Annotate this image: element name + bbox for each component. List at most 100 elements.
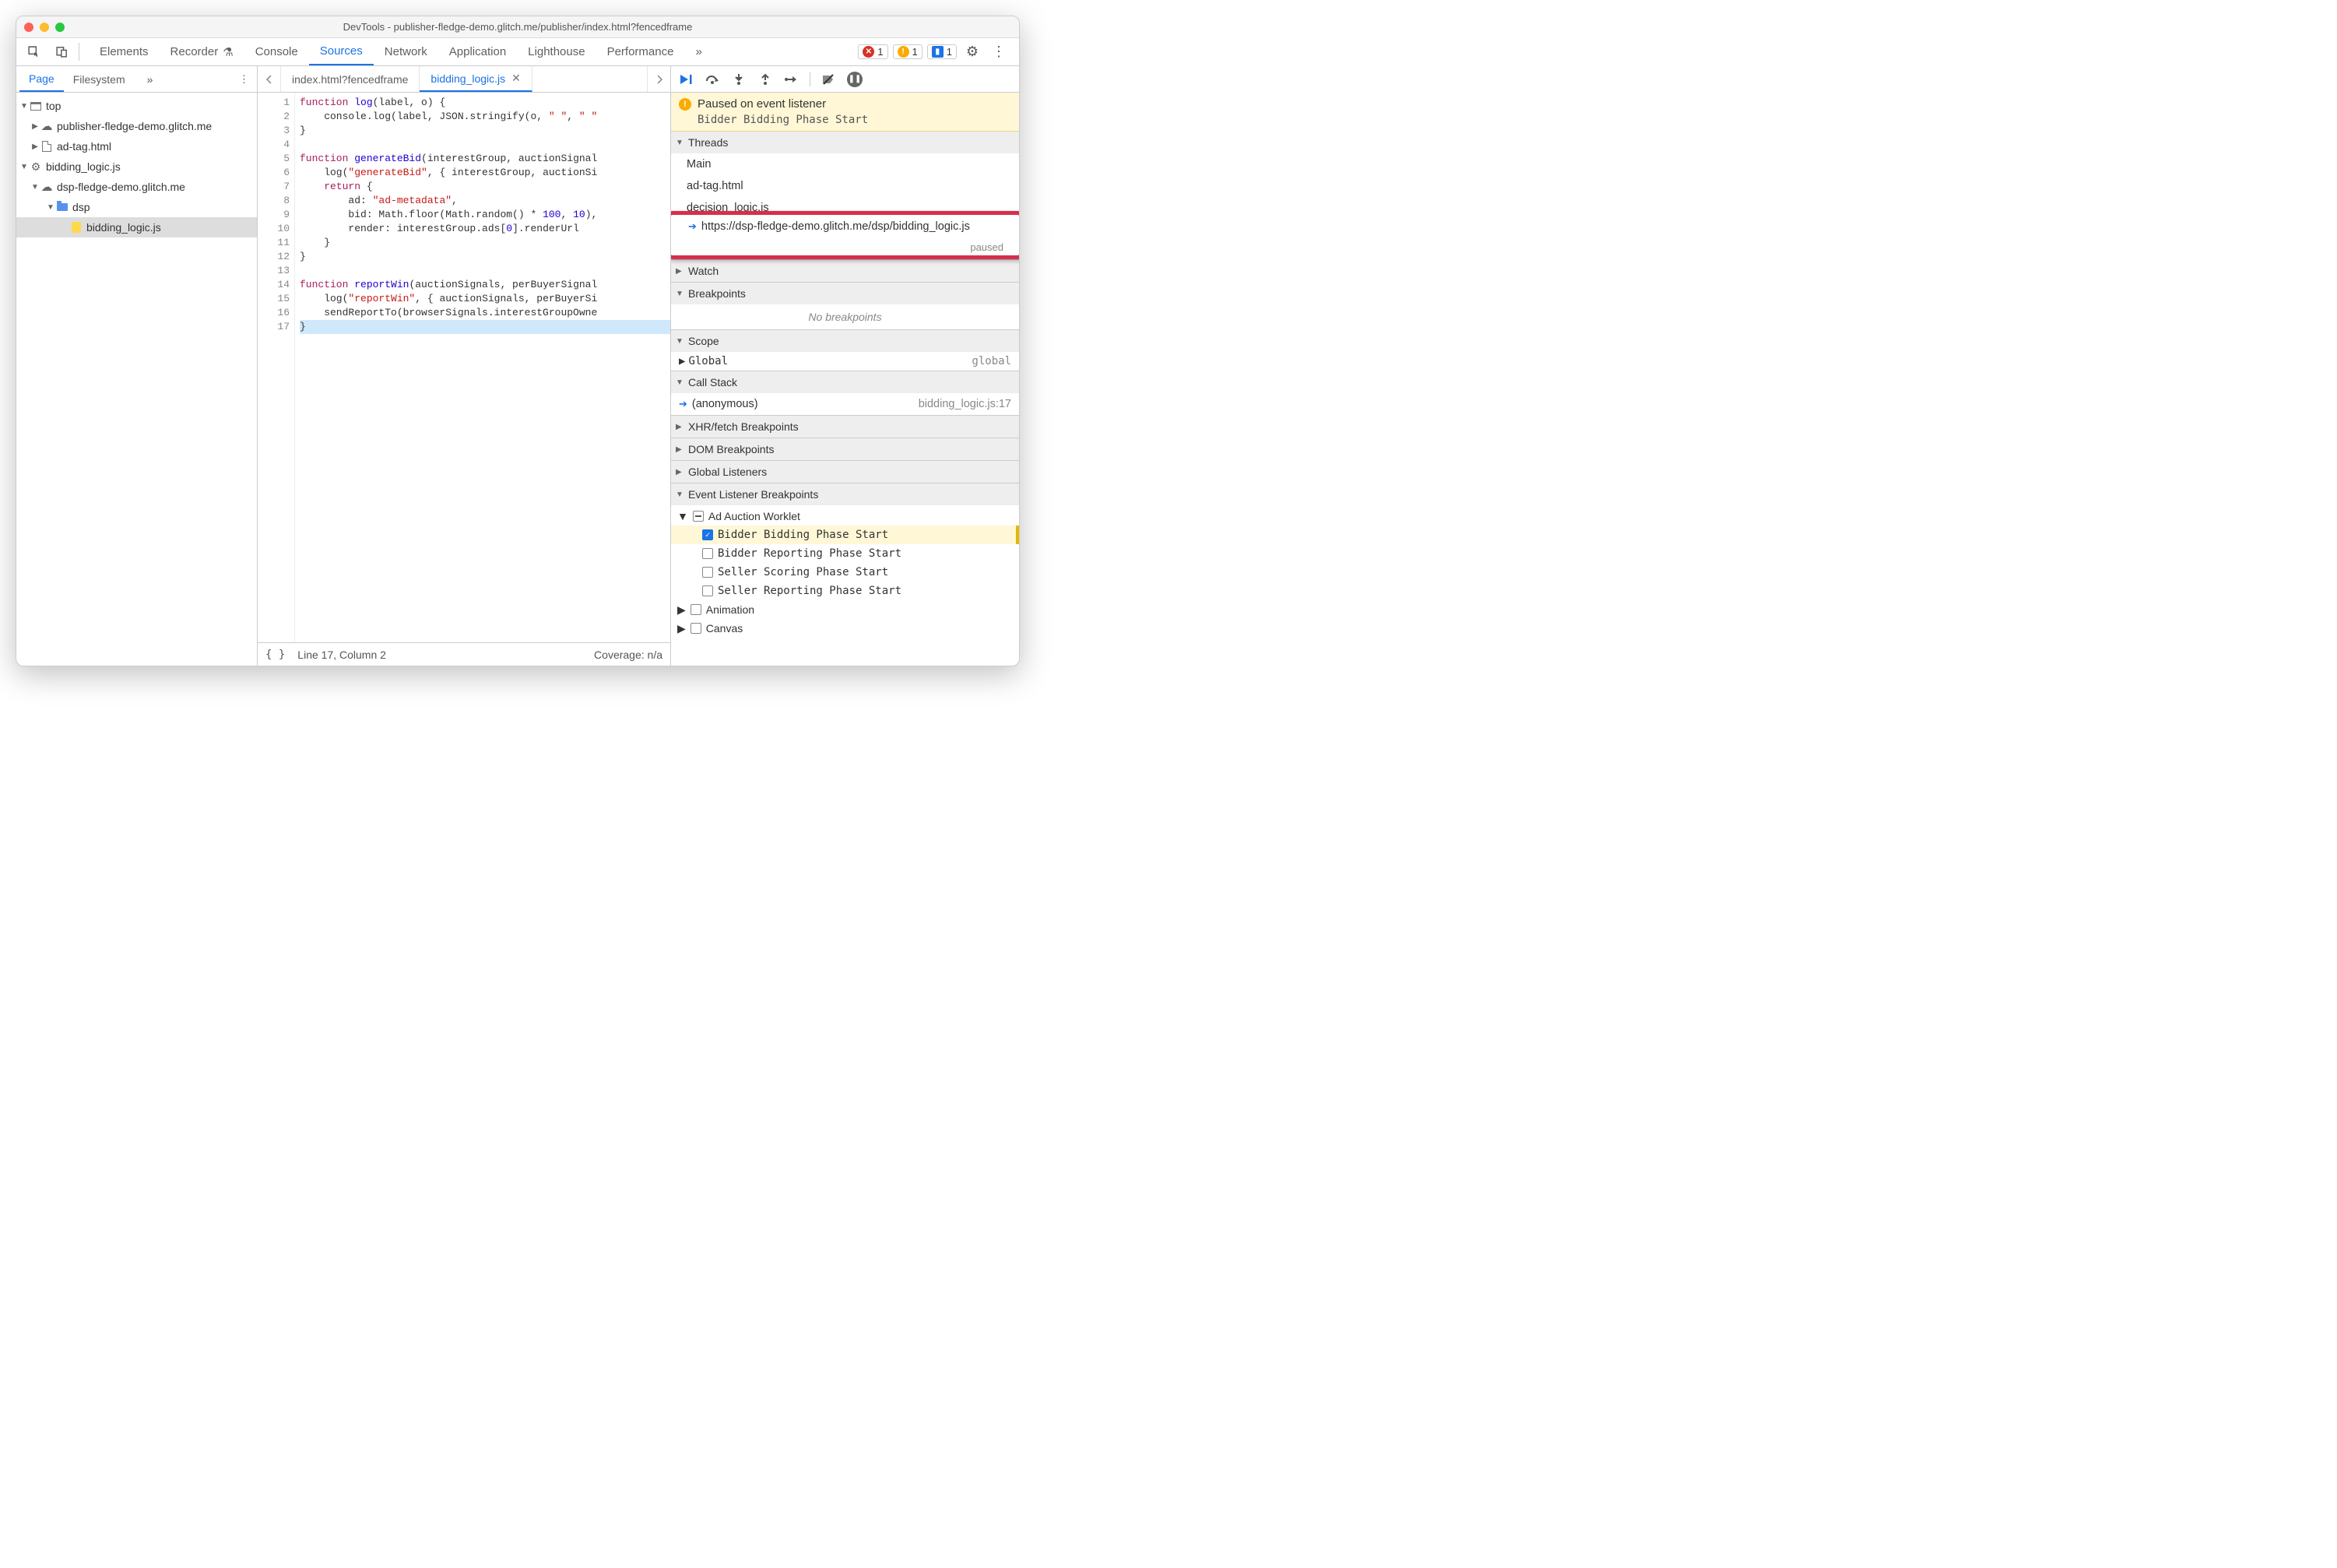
scope-global[interactable]: ▶Globalglobal <box>671 352 1019 371</box>
error-icon: ✕ <box>863 46 874 58</box>
tree-adtag[interactable]: ad-tag.html <box>16 136 257 156</box>
tab-application[interactable]: Application <box>438 38 517 65</box>
event-cat-adauction[interactable]: ▼Ad Auction Worklet <box>671 507 1019 526</box>
tab-console[interactable]: Console <box>244 38 309 65</box>
checkbox-indeterminate-icon[interactable] <box>693 511 704 522</box>
navigator-menu-icon[interactable]: ⋮ <box>231 66 257 92</box>
cloud-icon: ☁ <box>40 180 54 194</box>
step-into-icon[interactable] <box>729 71 749 88</box>
tab-lighthouse[interactable]: Lighthouse <box>517 38 596 65</box>
subtab-page[interactable]: Page <box>19 66 64 92</box>
worklet-icon: ⚙ <box>29 160 43 174</box>
tab-performance[interactable]: Performance <box>596 38 685 65</box>
event-bidder-reporting[interactable]: Bidder Reporting Phase Start <box>671 544 1019 563</box>
close-tab-icon[interactable]: ✕ <box>511 72 521 85</box>
prev-tab-icon[interactable] <box>258 66 281 92</box>
checkbox-icon[interactable] <box>691 623 701 634</box>
close-window-button[interactable] <box>24 23 33 32</box>
thread-adtag[interactable]: ad-tag.html <box>671 175 1019 197</box>
navigator-tabs: Page Filesystem » ⋮ <box>16 66 257 93</box>
coverage-status: Coverage: n/a <box>594 649 662 661</box>
watch-section: ▶Watch <box>671 260 1019 283</box>
checkbox-icon[interactable] <box>702 548 713 559</box>
step-out-icon[interactable] <box>755 71 775 88</box>
code-editor[interactable]: 1234567891011121314151617 function log(l… <box>258 93 670 642</box>
thread-status: paused <box>970 241 1003 253</box>
titlebar: DevTools - publisher-fledge-demo.glitch.… <box>16 16 1019 38</box>
xhr-header[interactable]: ▶XHR/fetch Breakpoints <box>671 416 1019 438</box>
format-icon[interactable]: { } <box>265 649 285 661</box>
checkbox-icon[interactable] <box>702 585 713 596</box>
minimize-window-button[interactable] <box>40 23 49 32</box>
panel-tabs: Elements Recorder⚗ Console Sources Netwo… <box>89 38 858 65</box>
more-subtabs-icon[interactable]: » <box>138 66 163 92</box>
watch-header[interactable]: ▶Watch <box>671 260 1019 282</box>
pause-exceptions-icon[interactable]: ❚❚ <box>845 71 865 88</box>
events-header[interactable]: ▼Event Listener Breakpoints <box>671 483 1019 505</box>
file-tab-bidding[interactable]: bidding_logic.js✕ <box>420 66 532 92</box>
current-frame-arrow-icon: ➔ <box>679 398 687 410</box>
breakpoints-header[interactable]: ▼Breakpoints <box>671 283 1019 304</box>
next-tab-icon[interactable] <box>647 66 670 92</box>
event-seller-scoring[interactable]: Seller Scoring Phase Start <box>671 563 1019 582</box>
event-cat-canvas[interactable]: ▶Canvas <box>671 619 1019 638</box>
tree-publisher-origin[interactable]: ☁publisher-fledge-demo.glitch.me <box>16 116 257 136</box>
more-tabs-icon[interactable]: » <box>684 38 712 65</box>
checkbox-icon[interactable] <box>691 604 701 615</box>
subtab-filesystem[interactable]: Filesystem <box>64 66 135 92</box>
more-menu-icon[interactable]: ⋮ <box>988 44 1010 60</box>
frame-location: bidding_logic.js:17 <box>919 398 1011 410</box>
zoom-window-button[interactable] <box>55 23 65 32</box>
callstack-header[interactable]: ▼Call Stack <box>671 371 1019 393</box>
toolbar-right: ✕1 !1 ▮1 ⚙ ⋮ <box>858 38 1016 65</box>
step-over-icon[interactable] <box>702 71 722 88</box>
window-title: DevTools - publisher-fledge-demo.glitch.… <box>16 21 1019 33</box>
code-content[interactable]: function log(label, o) { console.log(lab… <box>295 93 670 642</box>
tab-network[interactable]: Network <box>374 38 438 65</box>
globals-header[interactable]: ▶Global Listeners <box>671 461 1019 483</box>
callstack-frame[interactable]: ➔ (anonymous) bidding_logic.js:17 <box>671 393 1019 415</box>
resume-icon[interactable] <box>676 71 696 88</box>
file-tree: top ☁publisher-fledge-demo.glitch.me ad-… <box>16 93 257 666</box>
error-badge[interactable]: ✕1 <box>858 44 887 59</box>
js-file-icon <box>72 222 81 233</box>
warning-badge[interactable]: !1 <box>893 44 922 59</box>
inspect-element-icon[interactable] <box>19 38 47 65</box>
tree-dsp-folder[interactable]: dsp <box>16 197 257 217</box>
tree-top[interactable]: top <box>16 96 257 116</box>
current-thread-arrow-icon: ➔ <box>688 220 697 233</box>
editor-statusbar: { } Line 17, Column 2 Coverage: n/a <box>258 642 670 666</box>
event-bidder-bidding[interactable]: ✓Bidder Bidding Phase Start <box>671 526 1019 544</box>
event-seller-reporting[interactable]: Seller Reporting Phase Start <box>671 582 1019 600</box>
tab-sources[interactable]: Sources <box>309 38 374 65</box>
device-toggle-icon[interactable] <box>47 38 76 65</box>
deactivate-breakpoints-icon[interactable] <box>818 71 838 88</box>
issues-badge[interactable]: ▮1 <box>927 44 957 59</box>
dom-header[interactable]: ▶DOM Breakpoints <box>671 438 1019 460</box>
paused-reason: Bidder Bidding Phase Start <box>698 114 1011 126</box>
frame-icon <box>30 102 41 111</box>
main-toolbar: Elements Recorder⚗ Console Sources Netwo… <box>16 38 1019 66</box>
tab-elements[interactable]: Elements <box>89 38 160 65</box>
thread-main[interactable]: Main <box>671 153 1019 175</box>
scope-header[interactable]: ▼Scope <box>671 330 1019 352</box>
body: Page Filesystem » ⋮ top ☁publisher-fledg… <box>16 66 1019 666</box>
warning-icon: ! <box>679 98 691 111</box>
thread-bidding[interactable]: ➔ https://dsp-fledge-demo.glitch.me/dsp/… <box>673 216 1017 256</box>
settings-icon[interactable]: ⚙ <box>961 44 983 60</box>
tree-worklet[interactable]: ⚙bidding_logic.js <box>16 156 257 177</box>
step-icon[interactable] <box>782 71 802 88</box>
breakpoints-section: ▼Breakpoints No breakpoints <box>671 283 1019 330</box>
tab-recorder[interactable]: Recorder⚗ <box>160 38 244 65</box>
dom-section: ▶DOM Breakpoints <box>671 438 1019 461</box>
tree-dsp-origin[interactable]: ☁dsp-fledge-demo.glitch.me <box>16 177 257 197</box>
checkbox-icon[interactable] <box>702 567 713 578</box>
checkbox-checked-icon[interactable]: ✓ <box>702 529 713 540</box>
tree-dsp-file[interactable]: bidding_logic.js <box>16 217 257 237</box>
debug-controls: ❚❚ <box>671 66 1019 93</box>
event-cat-animation[interactable]: ▶Animation <box>671 600 1019 619</box>
devtools-window: DevTools - publisher-fledge-demo.glitch.… <box>16 16 1020 666</box>
file-tab-index[interactable]: index.html?fencedframe <box>281 66 420 92</box>
file-tabs: index.html?fencedframe bidding_logic.js✕ <box>258 66 670 93</box>
threads-header[interactable]: ▼Threads <box>671 132 1019 153</box>
